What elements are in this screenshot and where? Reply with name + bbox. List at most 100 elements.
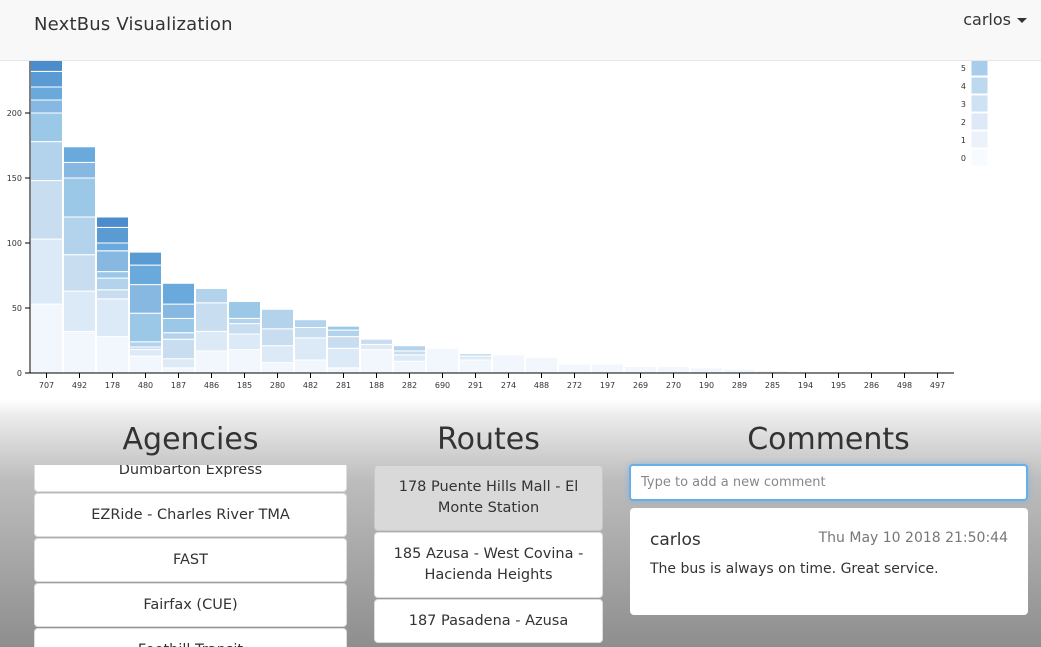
- bar-segment[interactable]: [162, 332, 195, 340]
- bar-segment[interactable]: [30, 86, 63, 101]
- bar-segment[interactable]: [591, 363, 624, 374]
- bar-segment[interactable]: [129, 341, 162, 348]
- y-tick-label: 100: [7, 239, 22, 248]
- comment-text: The bus is always on time. Great service…: [650, 561, 939, 577]
- bar-segment[interactable]: [96, 298, 129, 338]
- bar-segment[interactable]: [63, 330, 96, 374]
- bar-segment[interactable]: [129, 284, 162, 314]
- bar-segment[interactable]: [228, 323, 261, 335]
- bar-segment[interactable]: [690, 367, 723, 374]
- bar-segment[interactable]: [360, 338, 393, 345]
- bar-segment[interactable]: [162, 358, 195, 369]
- bar-segment[interactable]: [96, 289, 129, 300]
- bar-segment[interactable]: [294, 337, 327, 361]
- bar-segment[interactable]: [96, 250, 129, 273]
- route-item[interactable]: 178 Puente Hills Mall - El Monte Station: [374, 465, 603, 531]
- bar-segment[interactable]: [30, 238, 63, 305]
- bar-segment[interactable]: [162, 317, 195, 334]
- x-tick-label: 488: [534, 381, 549, 390]
- bar-segment[interactable]: [30, 70, 63, 88]
- bar-segment[interactable]: [459, 359, 492, 374]
- legend-swatch: [970, 94, 989, 113]
- bar-segment[interactable]: [360, 349, 393, 374]
- bar-segment[interactable]: [63, 177, 96, 218]
- bar-segment[interactable]: [657, 366, 690, 374]
- bar-segment[interactable]: [30, 303, 63, 374]
- bar-segment[interactable]: [228, 317, 261, 325]
- bar-segment[interactable]: [162, 367, 195, 374]
- agency-item[interactable]: Foothill Transit: [34, 628, 347, 647]
- legend-swatch: [970, 130, 989, 149]
- user-name: carlos: [963, 10, 1011, 29]
- bar-segment[interactable]: [129, 251, 162, 266]
- bar-segment[interactable]: [393, 350, 426, 356]
- bar-segment[interactable]: [393, 360, 426, 374]
- bar-segment[interactable]: [195, 302, 228, 332]
- bar-segment[interactable]: [129, 349, 162, 357]
- bar-segment[interactable]: [96, 271, 129, 279]
- bar-segment[interactable]: [228, 349, 261, 374]
- bar-segment[interactable]: [294, 327, 327, 339]
- bar-segment[interactable]: [162, 303, 195, 319]
- bar-segment[interactable]: [624, 366, 657, 374]
- bar-segment[interactable]: [30, 99, 63, 114]
- bar-segment[interactable]: [327, 329, 360, 338]
- agency-item[interactable]: EZRide - Charles River TMA: [34, 493, 347, 537]
- bar-segment[interactable]: [327, 336, 360, 349]
- agency-item[interactable]: FAST: [34, 538, 347, 582]
- navbar: NextBus Visualization carlos: [0, 0, 1041, 61]
- bar-segment[interactable]: [261, 345, 294, 364]
- bar-segment[interactable]: [63, 146, 96, 163]
- bar-segment[interactable]: [96, 226, 129, 244]
- bar-segment[interactable]: [162, 282, 195, 305]
- bar-segment[interactable]: [96, 216, 129, 228]
- bar-segment[interactable]: [360, 343, 393, 351]
- bar-segment[interactable]: [30, 141, 63, 182]
- bar-segment[interactable]: [195, 330, 228, 352]
- comment-input[interactable]: [629, 464, 1028, 501]
- bar-segment[interactable]: [459, 353, 492, 357]
- route-item[interactable]: 187 Pasadena - Azusa: [374, 599, 603, 643]
- bar-segment[interactable]: [327, 347, 360, 369]
- x-tick-label: 270: [666, 381, 681, 390]
- bar-segment[interactable]: [261, 362, 294, 374]
- bar-segment[interactable]: [63, 216, 96, 256]
- bar-segment[interactable]: [30, 112, 63, 143]
- bar-segment[interactable]: [129, 264, 162, 286]
- bar-segment[interactable]: [327, 367, 360, 374]
- legend-label: 1: [961, 136, 966, 145]
- bar-segment[interactable]: [96, 242, 129, 252]
- bar-segment[interactable]: [63, 161, 96, 179]
- bar-segment[interactable]: [294, 359, 327, 374]
- x-tick-label: 281: [336, 381, 351, 390]
- bar-segment[interactable]: [96, 277, 129, 291]
- bar-segment[interactable]: [393, 354, 426, 362]
- app-title[interactable]: NextBus Visualization: [34, 14, 233, 35]
- bar-segment[interactable]: [129, 355, 162, 374]
- bar-segment[interactable]: [63, 254, 96, 292]
- bar-segment[interactable]: [426, 347, 459, 374]
- bar-segment[interactable]: [492, 354, 525, 374]
- agency-item[interactable]: Dumbarton Express: [34, 465, 347, 492]
- bar-segment[interactable]: [459, 355, 492, 361]
- user-menu-dropdown[interactable]: carlos: [963, 10, 1027, 29]
- bar-segment[interactable]: [195, 288, 228, 304]
- bar-segment[interactable]: [228, 301, 261, 319]
- bar-segment[interactable]: [30, 180, 63, 240]
- agency-item[interactable]: Fairfax (CUE): [34, 583, 347, 627]
- bar-segment[interactable]: [261, 308, 294, 330]
- bar-segment[interactable]: [723, 368, 756, 374]
- bar-segment[interactable]: [96, 336, 129, 374]
- bar-segment[interactable]: [195, 350, 228, 374]
- bar-segment[interactable]: [525, 356, 558, 374]
- bar-segment[interactable]: [162, 338, 195, 360]
- bar-segment[interactable]: [294, 319, 327, 329]
- bar-segment[interactable]: [63, 290, 96, 332]
- route-item[interactable]: 185 Azusa - West Covina - Hacienda Heigh…: [374, 532, 603, 598]
- bar-segment[interactable]: [261, 328, 294, 347]
- bar-segment[interactable]: [129, 312, 162, 343]
- bar-segment[interactable]: [558, 363, 591, 374]
- bar-segment[interactable]: [228, 333, 261, 351]
- bar-segment[interactable]: [327, 325, 360, 331]
- bar-segment[interactable]: [393, 345, 426, 352]
